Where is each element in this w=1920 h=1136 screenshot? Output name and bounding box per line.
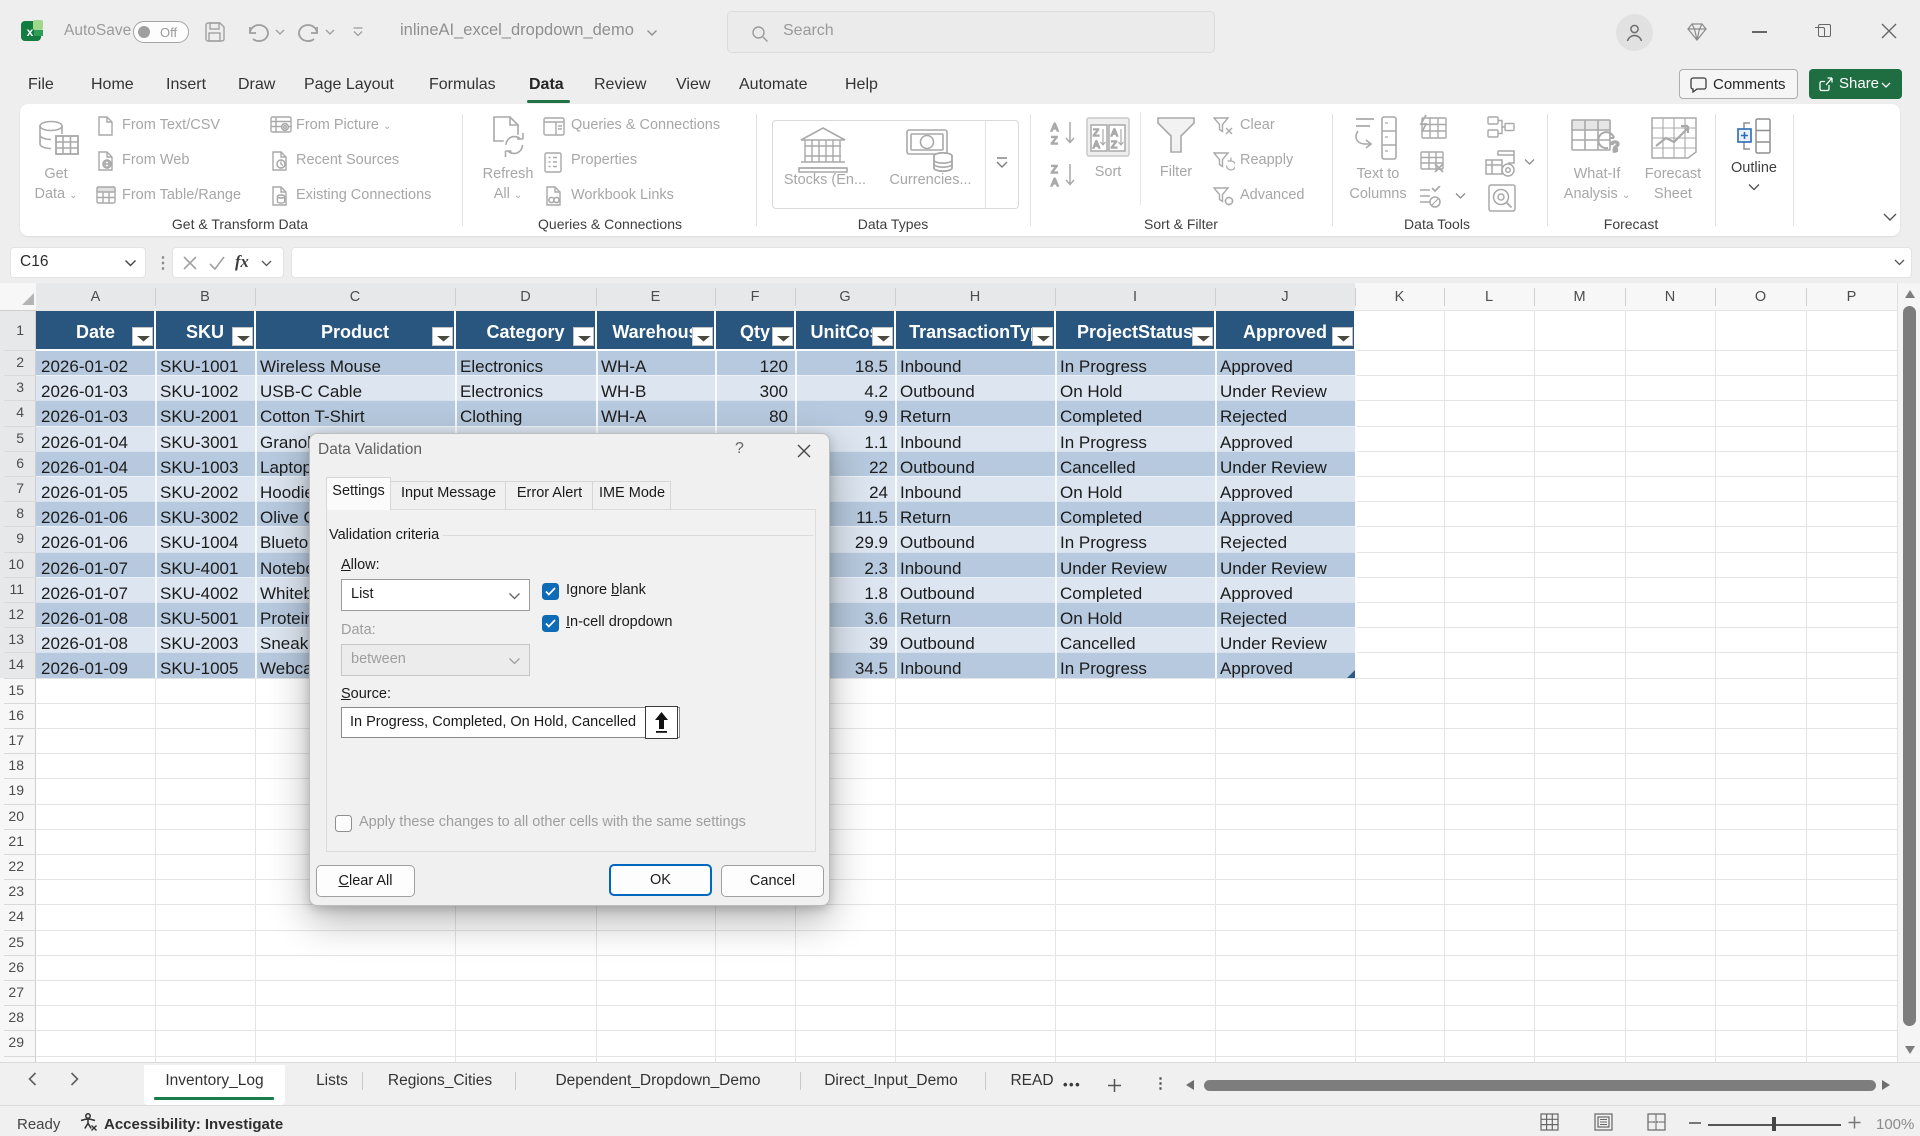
svg-text:?: ? — [1610, 139, 1620, 156]
svg-text:Z: Z — [1051, 135, 1058, 146]
svg-text:x: x — [27, 25, 34, 39]
svg-text:Z: Z — [1111, 140, 1117, 151]
svg-text:A: A — [1111, 128, 1118, 139]
svg-text:Z: Z — [1093, 128, 1099, 139]
svg-text:A: A — [1051, 177, 1059, 188]
svg-text:A: A — [1051, 122, 1059, 134]
svg-text:A: A — [1093, 140, 1100, 151]
svg-text:Z: Z — [1051, 164, 1058, 176]
